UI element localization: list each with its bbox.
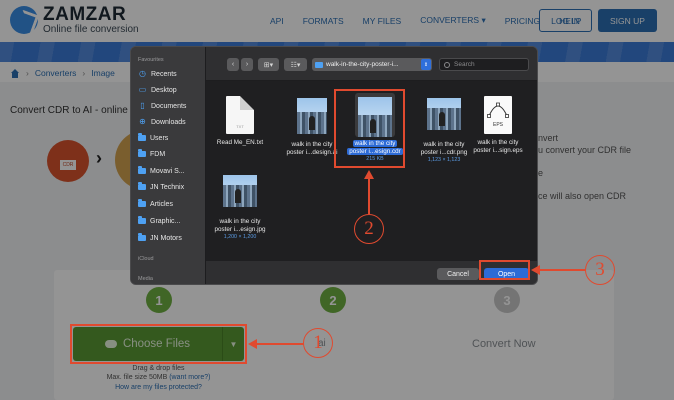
annotation-box-selected-file [334, 89, 405, 168]
search-placeholder: Search [454, 61, 475, 68]
desktop-icon: ▭ [138, 85, 147, 94]
document-icon: ▯ [140, 101, 145, 110]
poster-thumbnail [427, 98, 461, 130]
poster-thumbnail [297, 98, 327, 134]
folder-icon [138, 149, 146, 157]
poster-thumbnail [223, 175, 257, 207]
folder-icon [138, 133, 146, 141]
sidebar-item-jn-motors[interactable]: JN Motors [138, 232, 182, 244]
folder-icon [315, 61, 323, 68]
annotation-number-1: 1 [303, 328, 333, 358]
list-group-icon: ☷▾ [290, 61, 301, 69]
annotation-box-choose-files [70, 324, 247, 364]
file-item-readme-txt[interactable]: TXT Read Me_EN.txt [205, 96, 275, 147]
updown-chevron-icon: ⇕ [421, 59, 431, 70]
grid-view-icon: ⊞▾ [263, 61, 274, 69]
folder-icon [138, 216, 146, 224]
annotation-number-2: 2 [354, 214, 384, 244]
file-item-eps[interactable]: EPS walk in the city poster i...sign.eps [463, 96, 533, 155]
sidebar-item-fdm[interactable]: FDM [138, 148, 165, 160]
eps-file-icon: EPS [484, 96, 512, 134]
text-file-icon: TXT [226, 96, 254, 134]
clock-icon: ◷ [139, 69, 146, 78]
sidebar-item-documents[interactable]: ▯ Documents [138, 100, 186, 112]
icloud-heading: iCloud [138, 256, 154, 262]
icon-view-button[interactable]: ⊞▾ [258, 58, 279, 71]
media-heading: Media [138, 276, 153, 282]
folder-icon [138, 199, 146, 207]
sidebar-item-desktop[interactable]: ▭ Desktop [138, 84, 177, 96]
location-label: walk-in-the-city-poster-i... [326, 61, 399, 68]
sidebar-item-articles[interactable]: Articles [138, 198, 173, 210]
annotation-number-3: 3 [585, 255, 615, 285]
annotation-arrow-3-line [539, 269, 585, 271]
sidebar-item-users[interactable]: Users [138, 132, 168, 144]
cancel-button[interactable]: Cancel [437, 268, 479, 280]
sidebar-item-recents[interactable]: ◷ Recents [138, 68, 177, 80]
sidebar-item-downloads[interactable]: ⊕ Downloads [138, 116, 186, 128]
annotation-arrow-1-line [256, 343, 304, 345]
dialog-toolbar: ‹ › ⊞▾ ☷▾ walk-in-the-city-poster-i... ⇕… [206, 47, 537, 81]
file-item-jpg[interactable]: walk in the city poster i...esign.jpg 1,2… [205, 173, 275, 241]
group-view-button[interactable]: ☷▾ [284, 58, 307, 71]
sidebar-item-movavi[interactable]: Movavi S... [138, 165, 185, 177]
search-icon [444, 61, 450, 68]
folder-icon [138, 166, 146, 174]
dialog-sidebar: Favourites ◷ Recents ▭ Desktop ▯ Documents … [131, 47, 206, 284]
forward-button[interactable]: › [241, 58, 253, 71]
annotation-box-open-button [479, 260, 530, 280]
folder-icon [138, 233, 146, 241]
favourites-heading: Favourites [138, 57, 164, 63]
download-icon: ⊕ [139, 117, 146, 126]
search-field[interactable]: Search [439, 58, 529, 71]
sidebar-item-jn-technix[interactable]: JN Technix [138, 181, 184, 193]
annotation-arrow-2-line [368, 178, 370, 214]
folder-icon [138, 182, 146, 190]
location-dropdown[interactable]: walk-in-the-city-poster-i... ⇕ [312, 58, 432, 71]
annotation-arrow-1-head [248, 339, 257, 349]
sidebar-item-graphic[interactable]: Graphic... [138, 215, 180, 227]
back-button[interactable]: ‹ [227, 58, 239, 71]
